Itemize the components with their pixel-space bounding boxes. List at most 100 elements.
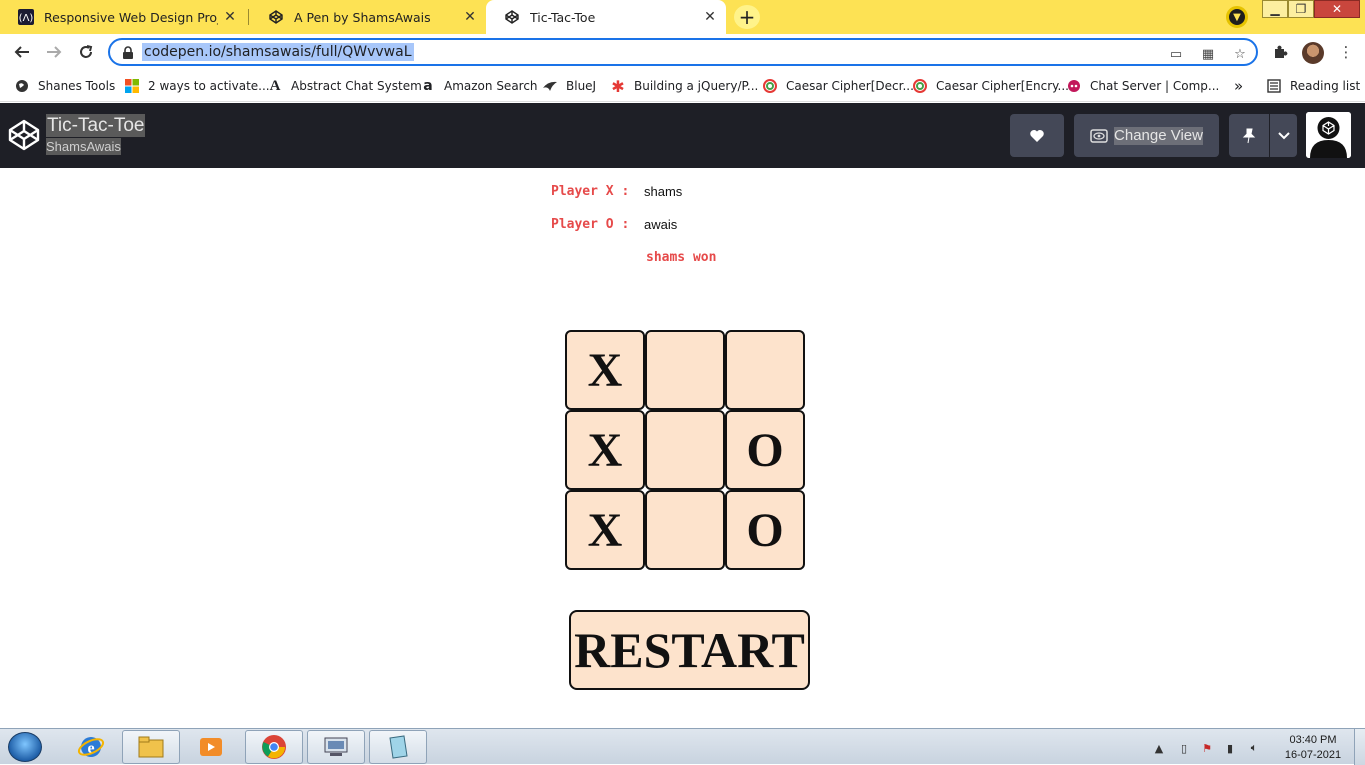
board-cell[interactable]: X [565, 330, 645, 410]
board-cell[interactable] [645, 330, 725, 410]
bookmark-label: Caesar Cipher[Encry... [936, 79, 1069, 93]
reading-list-button[interactable]: Reading list [1266, 76, 1360, 96]
browser-toolbar: codepen.io/shamsawais/full/QWvvwaL ▭ ▦ ☆… [0, 34, 1365, 70]
extensions-icon[interactable] [1270, 42, 1290, 62]
game-status: shams won [646, 250, 717, 265]
taskbar-ie-button[interactable]: e [62, 730, 120, 764]
star-burst-icon: ✱ [611, 76, 625, 96]
keyboard-icon [324, 737, 348, 756]
show-desktop-button[interactable] [1354, 729, 1365, 765]
address-bar[interactable]: codepen.io/shamsawais/full/QWvvwaL ▭ ▦ ☆ [108, 38, 1258, 66]
tab-divider [248, 9, 249, 25]
tab-search-icon[interactable]: ▼ [1226, 6, 1248, 28]
chat-icon [1066, 78, 1082, 94]
bookmark-item[interactable]: 2 ways to activate... [124, 76, 270, 96]
bookmark-item[interactable]: a Amazon Search [420, 76, 538, 96]
media-player-icon [200, 738, 222, 756]
taskbar-chrome-button[interactable] [245, 730, 303, 764]
tray-expand-icon[interactable]: ▲ [1153, 742, 1165, 755]
taskbar: e ▲ ▯ ⚑ ▮ 🔈︎ 03:40 PM 16-07-2021 [0, 728, 1365, 765]
board-cell[interactable]: X [565, 410, 645, 490]
player-o-label: Player O : [551, 217, 630, 232]
svg-text:(Λ): (Λ) [19, 13, 34, 24]
swirl-icon [762, 78, 778, 94]
codepen-header: Tic-Tac-Toe ShamsAwais Change View [0, 103, 1365, 168]
love-button[interactable] [1010, 114, 1064, 157]
maximize-button[interactable]: ❐ [1288, 0, 1314, 18]
qr-code-icon[interactable]: ▦ [1200, 46, 1216, 62]
reload-button[interactable] [74, 40, 98, 64]
taskbar-media-button[interactable] [182, 730, 240, 764]
arrow-right-icon [47, 46, 62, 58]
close-icon[interactable]: ✕ [462, 9, 478, 25]
globe-icon [14, 78, 30, 94]
pen-title: Tic-Tac-Toe [46, 114, 146, 137]
game-board: X X O X O [565, 330, 805, 570]
tab-responsive-web-design[interactable]: (Λ) Responsive Web Design Projects ✕ [0, 0, 246, 34]
bookmark-label: Caesar Cipher[Decr... [786, 79, 914, 93]
tab-a-pen-by-shamsawais[interactable]: A Pen by ShamsAwais ✕ [250, 0, 486, 34]
menu-icon[interactable]: ⋮ [1336, 42, 1356, 62]
forward-button[interactable] [42, 40, 66, 64]
arrow-left-icon [14, 46, 29, 58]
bookmark-label: 2 ways to activate... [148, 79, 270, 93]
lock-icon [122, 45, 136, 59]
window-close-button[interactable]: ✕ [1314, 0, 1360, 18]
board-cell[interactable] [645, 410, 725, 490]
internet-explorer-icon: e [77, 737, 105, 757]
minimize-button[interactable]: ▁ [1262, 0, 1288, 18]
close-icon[interactable]: ✕ [702, 9, 718, 25]
bookmark-label: Abstract Chat System [291, 79, 422, 93]
board-cell[interactable]: O [725, 490, 805, 570]
bookmark-item[interactable]: BlueJ [542, 76, 596, 96]
cast-icon[interactable]: ▭ [1168, 46, 1184, 62]
taskbar-app-button[interactable] [307, 730, 365, 764]
board-cell[interactable] [725, 330, 805, 410]
start-button[interactable] [8, 732, 42, 762]
bookmark-item[interactable]: Chat Server | Comp... [1066, 76, 1219, 96]
bookmark-star-icon[interactable]: ☆ [1232, 46, 1248, 62]
chevron-down-icon [1277, 131, 1290, 139]
action-center-icon[interactable]: ⚑ [1201, 742, 1213, 755]
codepen-logo-icon[interactable] [8, 119, 40, 151]
bookmark-label: Chat Server | Comp... [1090, 79, 1220, 93]
close-icon[interactable]: ✕ [222, 9, 238, 25]
restart-button[interactable]: RESTART [569, 610, 810, 690]
taskbar-explorer-button[interactable] [122, 730, 180, 764]
clock-date: 16-07-2021 [1284, 749, 1342, 761]
change-view-button[interactable]: Change View [1074, 114, 1219, 157]
tab-tic-tac-toe[interactable]: Tic-Tac-Toe ✕ [486, 0, 726, 34]
bookmark-label: Building a jQuery/P... [634, 79, 759, 93]
bookmark-item[interactable]: ✱ Building a jQuery/P... [610, 76, 758, 96]
bookmarks-overflow-button[interactable]: » [1234, 76, 1243, 96]
taskbar-clock[interactable]: 03:40 PM 16-07-2021 [1278, 733, 1348, 763]
board-cell[interactable]: O [725, 410, 805, 490]
codepen-icon [504, 9, 520, 25]
pin-dropdown-button[interactable] [1270, 114, 1297, 157]
bookmark-item[interactable]: A Abstract Chat System [267, 76, 422, 96]
swirl-icon [912, 78, 928, 94]
player-x-name[interactable]: shams [644, 184, 682, 199]
profile-avatar[interactable] [1302, 42, 1324, 64]
taskbar-notepad-button[interactable] [369, 730, 427, 764]
battery-icon[interactable]: ▯ [1178, 742, 1190, 755]
change-view-label: Change View [1114, 126, 1203, 145]
bookmark-item[interactable]: Caesar Cipher[Encry... [912, 76, 1069, 96]
user-avatar[interactable] [1306, 112, 1351, 158]
codepen-icon [268, 9, 284, 25]
pin-button[interactable] [1229, 114, 1269, 157]
back-button[interactable] [10, 40, 34, 64]
bird-icon [542, 78, 558, 94]
eye-icon [1090, 128, 1108, 143]
volume-icon[interactable]: 🔈︎ [1248, 741, 1260, 754]
bookmark-item[interactable]: Shanes Tools [14, 76, 115, 96]
board-cell[interactable] [645, 490, 725, 570]
pen-author[interactable]: ShamsAwais [46, 138, 121, 155]
reload-icon [80, 45, 93, 58]
bookmark-item[interactable]: Caesar Cipher[Decr... [762, 76, 914, 96]
player-o-name[interactable]: awais [644, 217, 677, 232]
board-cell[interactable]: X [565, 490, 645, 570]
new-tab-button[interactable]: + [734, 5, 760, 29]
bookmark-label: Amazon Search [444, 79, 538, 93]
network-icon[interactable]: ▮ [1224, 742, 1236, 755]
